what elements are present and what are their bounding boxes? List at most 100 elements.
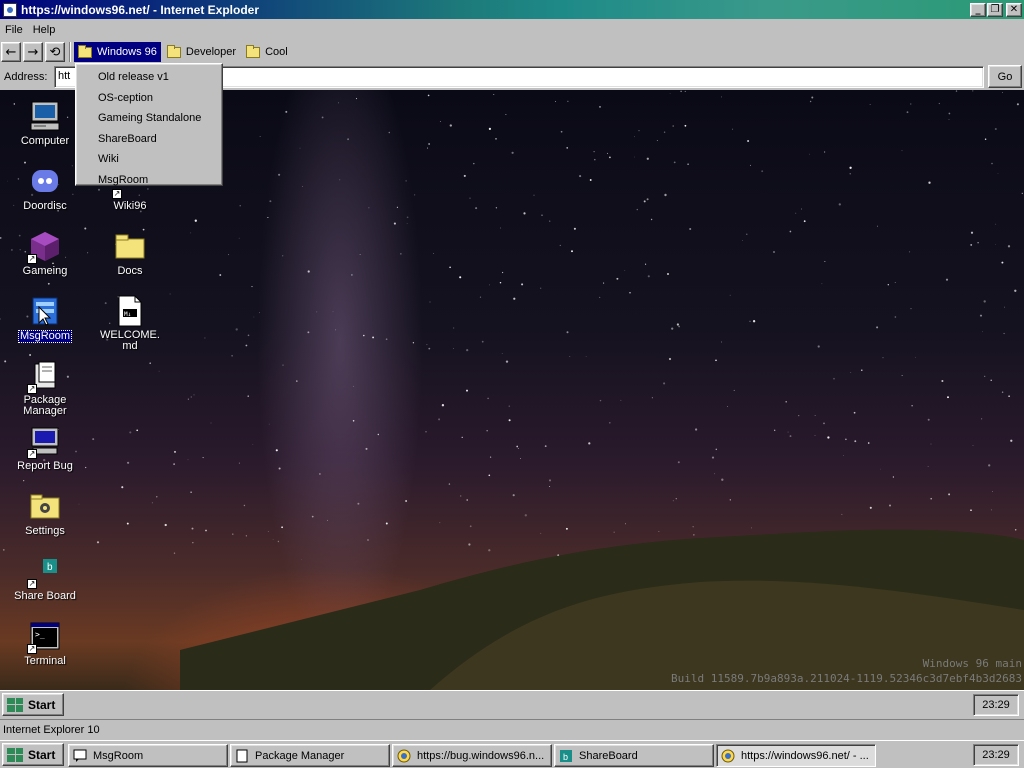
shortcut-arrow-icon: ↗ xyxy=(27,449,37,459)
dropdown-item-msgroom[interactable]: MsgRoom xyxy=(76,170,222,191)
task-label: https://bug.windows96.n... xyxy=(417,749,545,762)
toolbar-separator xyxy=(69,42,71,62)
icon-label: Share Board xyxy=(14,590,76,602)
folder-icon xyxy=(78,44,92,58)
menu-bar: File Help xyxy=(0,21,60,39)
desktop-icon-doordisc[interactable]: Doordisc xyxy=(5,165,85,212)
icon-label: Docs xyxy=(117,265,143,277)
shortcut-arrow-icon: ↗ xyxy=(27,254,37,264)
browser-icon xyxy=(721,749,735,763)
svg-text:b: b xyxy=(47,562,53,573)
icon-label: Gameing xyxy=(22,265,68,277)
folder-icon xyxy=(246,44,261,58)
restore-button[interactable]: ❐ xyxy=(987,2,1003,17)
task-label: https://windows96.net/ - ... xyxy=(741,749,869,762)
bookmark-windows96[interactable]: Windows 96 xyxy=(74,42,161,62)
shortcut-arrow-icon: ↗ xyxy=(27,384,37,394)
windows-logo-icon xyxy=(7,747,23,762)
settings-folder-icon xyxy=(29,490,61,522)
terminal-icon: >_ ↗ xyxy=(27,620,61,654)
dropdown-item-wiki[interactable]: Wiki xyxy=(76,149,222,170)
close-button[interactable]: ✕ xyxy=(1006,2,1022,17)
icon-label: Report Bug xyxy=(17,460,73,472)
inner-clock: 23:29 xyxy=(973,694,1019,716)
inner-taskbar: Start 23:29 xyxy=(0,690,1024,718)
taskbar-clock: 23:29 xyxy=(973,744,1019,766)
shortcut-arrow-icon: ↗ xyxy=(112,189,122,199)
desktop-icon-settings[interactable]: Settings xyxy=(5,490,85,537)
icon-label: Wiki96 xyxy=(113,200,147,212)
forward-button[interactable]: → xyxy=(23,42,43,62)
menu-help[interactable]: Help xyxy=(28,24,61,36)
desktop-icon-msgroom[interactable]: MsgRoom xyxy=(5,295,85,343)
svg-text:M↓: M↓ xyxy=(124,311,131,318)
task-label: Package Manager xyxy=(255,749,345,762)
menu-file[interactable]: File xyxy=(0,24,28,36)
back-button[interactable]: ← xyxy=(1,42,21,62)
task-msgroom[interactable]: MsgRoom xyxy=(68,744,228,767)
task-label: MsgRoom xyxy=(93,749,144,762)
window-title: https://windows96.net/ - Internet Explod… xyxy=(21,2,260,17)
msgroom-icon xyxy=(29,295,61,327)
svg-text:b: b xyxy=(563,752,568,762)
icon-label: Computer xyxy=(20,135,70,147)
markdown-file-icon: M↓ xyxy=(114,295,146,327)
task-package-manager[interactable]: Package Manager xyxy=(230,744,390,767)
dropdown-item-gameing-standalone[interactable]: Gameing Standalone xyxy=(76,108,222,129)
icon-label: WELCOME.md xyxy=(100,329,160,352)
desktop-icon-computer[interactable]: Computer xyxy=(5,100,85,147)
task-internet-exploder[interactable]: https://windows96.net/ - ... xyxy=(716,744,876,767)
icon-label: Package Manager xyxy=(23,394,67,417)
go-button[interactable]: Go xyxy=(988,65,1022,88)
status-bar: Internet Explorer 10 xyxy=(0,719,1024,739)
report-bug-icon: ↗ xyxy=(27,425,61,459)
computer-icon xyxy=(29,100,61,132)
refresh-button[interactable]: ⟲ xyxy=(45,42,65,62)
start-button[interactable]: Start xyxy=(2,743,64,766)
bookmark-developer[interactable]: Developer xyxy=(163,42,240,62)
dropdown-item-os-ception[interactable]: OS-ception xyxy=(76,88,222,109)
start-label: Start xyxy=(28,697,56,712)
bookmark-label: Windows 96 xyxy=(97,46,157,58)
package-manager-icon: ↗ xyxy=(27,360,61,394)
desktop-icon-gameing[interactable]: ↗ Gameing xyxy=(5,230,85,277)
taskbar: Start MsgRoom Package Manager https://bu… xyxy=(0,740,1024,768)
desktop-icon-share-board[interactable]: b ↗ Share Board xyxy=(5,555,85,602)
chat-bubble-icon xyxy=(73,749,87,763)
discord-icon xyxy=(29,165,61,197)
build-watermark: Windows 96 main Build 11589.7b9a893a.211… xyxy=(671,656,1022,686)
internet-exploder-icon xyxy=(3,2,17,17)
share-board-icon: b xyxy=(559,749,573,763)
inner-start-button[interactable]: Start xyxy=(2,693,64,716)
bookmark-dropdown-menu: Old release v1 OS-ception Gameing Standa… xyxy=(75,63,223,186)
folder-icon xyxy=(114,230,146,262)
build-line-1: Windows 96 main xyxy=(922,657,1022,670)
desktop-icon-package-manager[interactable]: ↗ Package Manager xyxy=(5,360,85,417)
desktop-icon-terminal[interactable]: >_ ↗ Terminal xyxy=(5,620,85,667)
toolbar: ← → ⟲ Windows 96 Developer Cool xyxy=(0,40,1024,64)
desktop-icon-docs[interactable]: Docs xyxy=(90,230,170,277)
icon-label: Doordisc xyxy=(23,200,67,212)
bookmark-cool[interactable]: Cool xyxy=(242,42,292,62)
minimize-button[interactable]: _ xyxy=(970,2,986,17)
shortcut-arrow-icon: ↗ xyxy=(27,644,37,654)
desktop-icon-report-bug[interactable]: ↗ Report Bug xyxy=(5,425,85,472)
window-title-bar[interactable]: https://windows96.net/ - Internet Explod… xyxy=(0,0,1024,19)
task-bug-report-browser[interactable]: https://bug.windows96.n... xyxy=(392,744,552,767)
package-manager-icon xyxy=(235,749,249,763)
share-board-icon: b ↗ xyxy=(27,555,61,589)
task-shareboard[interactable]: b ShareBoard xyxy=(554,744,714,767)
task-label: ShareBoard xyxy=(579,749,638,762)
bookmark-label: Developer xyxy=(185,46,237,58)
build-line-2: Build 11589.7b9a893a.211024-1119.52346c3… xyxy=(671,672,1022,685)
status-text: Internet Explorer 10 xyxy=(3,723,100,736)
icon-label: Terminal xyxy=(24,655,66,667)
desktop-icon-welcome-md[interactable]: M↓ WELCOME.md xyxy=(90,295,170,352)
icon-label: MsgRoom xyxy=(17,330,73,343)
dropdown-item-old-release[interactable]: Old release v1 xyxy=(76,67,222,88)
dropdown-item-shareboard[interactable]: ShareBoard xyxy=(76,129,222,150)
shortcut-arrow-icon: ↗ xyxy=(27,579,37,589)
icon-label: Settings xyxy=(25,525,65,537)
bookmark-label: Cool xyxy=(265,46,288,58)
folder-icon xyxy=(166,44,181,58)
